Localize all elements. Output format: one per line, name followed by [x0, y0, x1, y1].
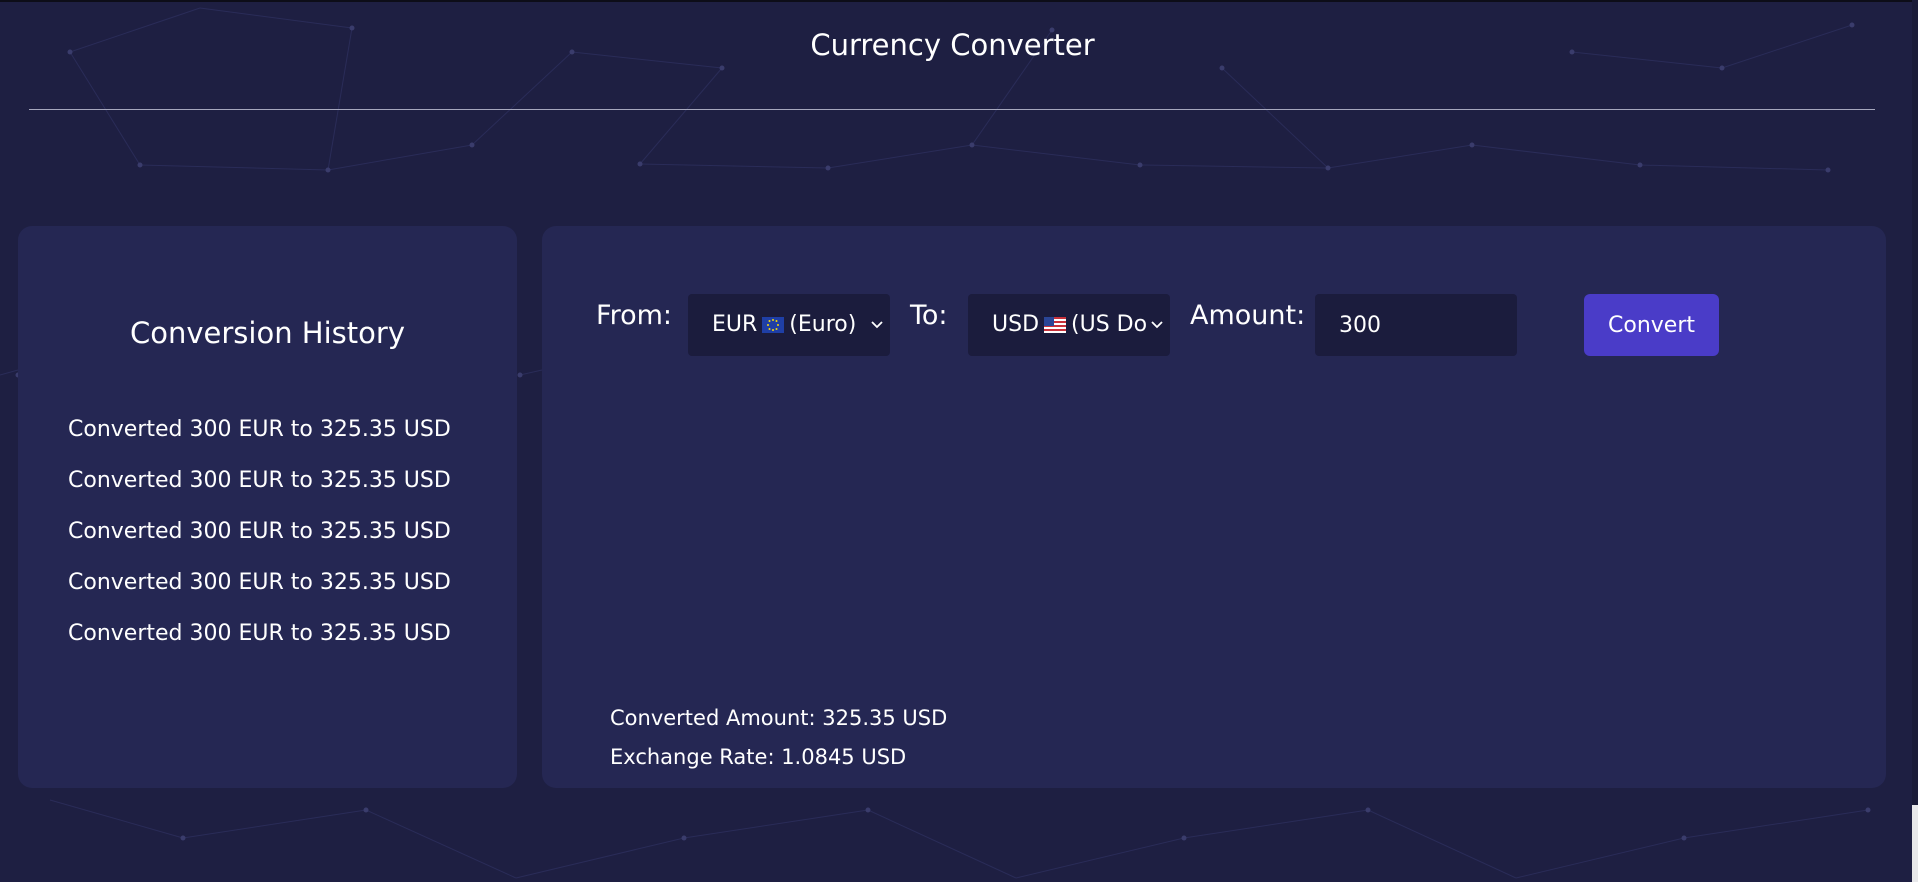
- from-currency-select[interactable]: EUR (Euro): [688, 294, 890, 356]
- history-item: Converted 300 EUR to 325.35 USD: [68, 621, 451, 646]
- from-currency-code: EUR: [712, 311, 758, 337]
- convert-button[interactable]: Convert: [1584, 294, 1719, 356]
- history-item: Converted 300 EUR to 325.35 USD: [68, 468, 451, 493]
- to-label: To:: [910, 300, 948, 331]
- header-divider: [29, 109, 1875, 110]
- amount-input[interactable]: [1315, 294, 1517, 356]
- history-item: Converted 300 EUR to 325.35 USD: [68, 519, 451, 544]
- to-currency-value: USD (US Dol: [992, 312, 1148, 339]
- exchange-rate-text: Exchange Rate: 1.0845 USD: [610, 745, 907, 769]
- history-title: Conversion History: [130, 316, 405, 350]
- history-item: Converted 300 EUR to 325.35 USD: [68, 417, 451, 442]
- from-currency-name: (Euro): [789, 311, 857, 337]
- to-currency-name: (US Dol: [1071, 311, 1148, 337]
- from-currency-value: EUR (Euro): [712, 312, 868, 339]
- eu-flag-icon: [762, 314, 785, 339]
- converted-amount-text: Converted Amount: 325.35 USD: [610, 706, 948, 730]
- converter-panel: From: EUR (Euro) To: USD (US Dol Amount: C…: [542, 226, 1886, 788]
- us-flag-icon: [1044, 314, 1067, 339]
- conversion-history-panel: Conversion History Converted 300 EUR to …: [18, 226, 517, 788]
- chevron-down-icon: [1148, 294, 1166, 356]
- from-label: From:: [596, 300, 672, 331]
- to-currency-select[interactable]: USD (US Dol: [968, 294, 1170, 356]
- chevron-down-icon: [868, 294, 886, 356]
- to-currency-code: USD: [992, 311, 1040, 337]
- history-list: Converted 300 EUR to 325.35 USD Converte…: [68, 404, 451, 659]
- page-title: Currency Converter: [810, 28, 1095, 62]
- scrollbar-thumb[interactable]: [1912, 0, 1918, 805]
- window-top-border: [0, 0, 1918, 2]
- history-item: Converted 300 EUR to 325.35 USD: [68, 570, 451, 595]
- amount-label: Amount:: [1190, 300, 1306, 331]
